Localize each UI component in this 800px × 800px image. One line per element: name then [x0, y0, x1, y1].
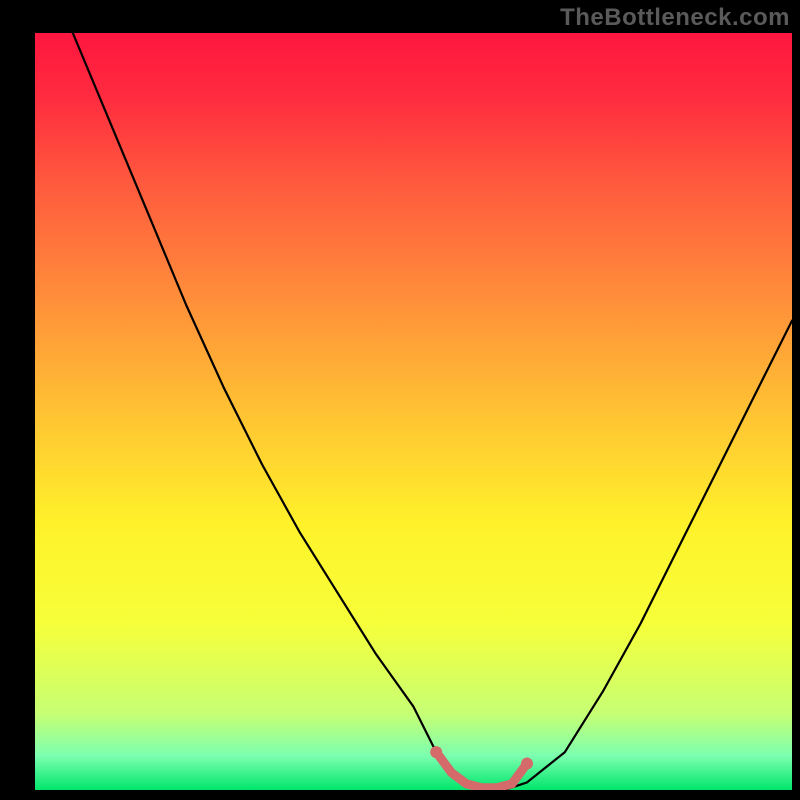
watermark-text: TheBottleneck.com	[560, 4, 790, 32]
chart-svg	[0, 0, 800, 800]
optimal-end	[521, 758, 533, 770]
chart-frame: TheBottleneck.com	[0, 0, 800, 800]
optimal-start	[430, 746, 442, 758]
plot-background	[35, 33, 792, 790]
